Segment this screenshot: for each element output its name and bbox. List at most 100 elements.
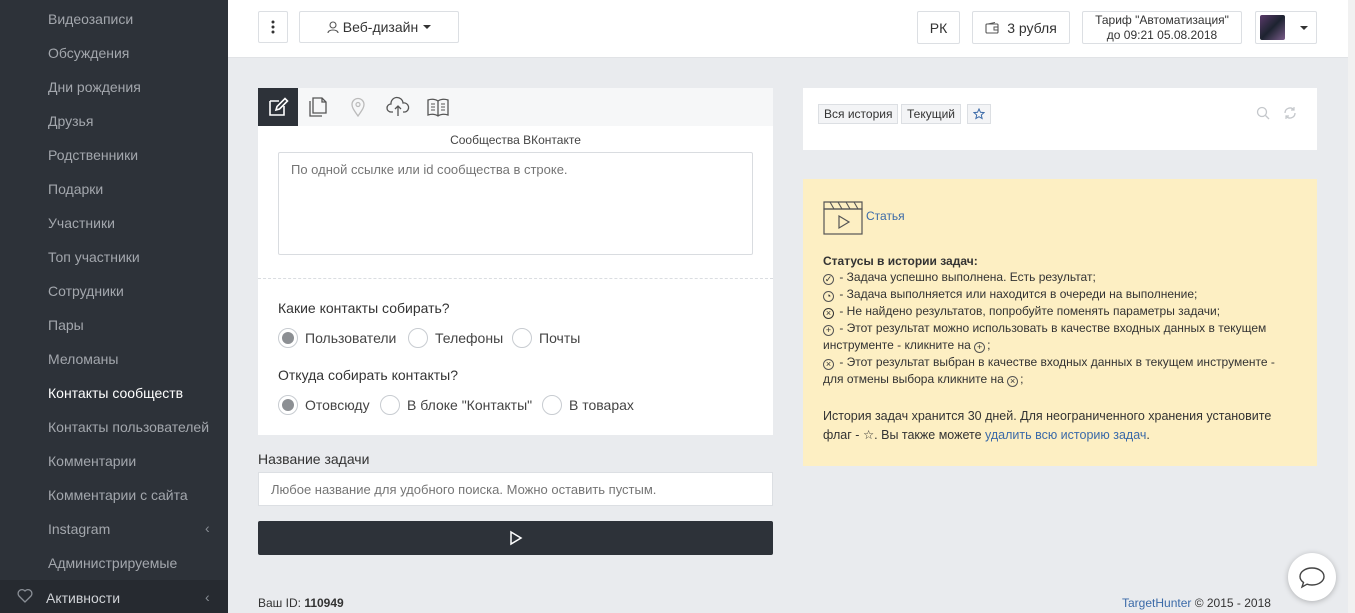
status-usable: + - Этот результат можно использовать в … (823, 320, 1303, 337)
sidebar-item-gifts[interactable]: Подарки (48, 181, 103, 197)
tab-edit[interactable] (258, 88, 298, 126)
radio-emails[interactable]: Почты (512, 328, 580, 348)
task-name-input[interactable] (258, 472, 773, 506)
statuses-title: Статусы в истории задач: (823, 254, 978, 268)
menu-button[interactable] (258, 11, 288, 43)
tab-upload[interactable] (378, 88, 418, 126)
radio-circle (278, 395, 298, 415)
project-dropdown[interactable]: Веб-дизайн (299, 11, 459, 43)
sidebar-item-couples[interactable]: Пары (48, 317, 84, 333)
radio-circle (380, 395, 400, 415)
clock-icon: ◔ (823, 291, 834, 302)
sidebar-item-employees[interactable]: Сотрудники (48, 283, 124, 299)
storage-text: флаг - (823, 428, 863, 442)
check-circle-icon: ✓ (823, 274, 834, 285)
sidebar-item-top-members[interactable]: Топ участники (48, 249, 140, 265)
sidebar-item-relatives[interactable]: Родственники (48, 147, 138, 163)
status-text: - Не найдено результатов, попробуйте пом… (836, 304, 1221, 318)
caret-down-icon (423, 25, 432, 29)
sidebar-item-instagram[interactable]: Instagram (48, 521, 110, 537)
radio-label: Телефоны (435, 330, 504, 346)
user-id: Ваш ID: 110949 (258, 596, 344, 610)
sidebar-item-discussions[interactable]: Обсуждения (48, 45, 129, 61)
balance-button[interactable]: 3 рубля (972, 11, 1070, 44)
radio-label: В блоке "Контакты" (407, 397, 533, 413)
sidebar-item-birthdays[interactable]: Дни рождения (48, 79, 141, 95)
search-icon[interactable] (1256, 106, 1270, 123)
sidebar-item-members[interactable]: Участники (48, 215, 115, 231)
avatar (1260, 15, 1285, 40)
sidebar-item-administered[interactable]: Администрируемые (48, 555, 177, 571)
tool-form: Сообщества ВКонтакте Какие контакты соби… (258, 88, 773, 435)
sidebar-item-comments[interactable]: Комментарии (48, 453, 136, 469)
status-success: ✓ - Задача успешно выполнена. Есть резул… (823, 269, 1303, 286)
radio-circle (542, 395, 562, 415)
sidebar-item-music-lovers[interactable]: Меломаны (48, 351, 118, 367)
status-usable-hint: инструменте - кликните на +; (823, 338, 991, 353)
storage-text: . Вы также можете (874, 428, 986, 442)
sidebar-item-videos[interactable]: Видеозаписи (48, 11, 133, 27)
heart-icon (17, 588, 33, 606)
x-circle-icon: × (1007, 376, 1019, 387)
status-empty: × - Не найдено результатов, попробуйте п… (823, 303, 1303, 320)
chat-button[interactable] (1288, 553, 1336, 601)
tariff-button[interactable]: Тариф "Автоматизация" до 09:21 05.08.201… (1082, 11, 1242, 44)
user-id-label: Ваш ID: (258, 596, 305, 610)
radio-label: Почты (539, 330, 581, 346)
radio-phones[interactable]: Телефоны (408, 328, 503, 348)
user-icon (327, 20, 339, 33)
radio-everywhere[interactable]: Отовсюду (278, 395, 370, 415)
all-history-button[interactable]: Вся история (818, 104, 899, 124)
run-button[interactable] (258, 521, 773, 555)
status-text: - Этот результат можно использовать в ка… (836, 321, 1267, 335)
radio-products[interactable]: В товарах (542, 395, 634, 415)
project-name: Веб-дизайн (342, 19, 419, 35)
current-button[interactable]: Текущий (901, 104, 961, 124)
refresh-icon[interactable] (1283, 106, 1297, 123)
brand-link[interactable]: TargetHunter (1122, 596, 1191, 610)
balance-value: 3 рубля (1007, 19, 1057, 36)
tab-files[interactable] (298, 88, 338, 126)
storage-note-2: флаг - ☆. Вы также можете удалить всю ис… (823, 427, 1303, 444)
info-panel: Статья Статусы в истории задач: ✓ - Зада… (803, 179, 1317, 466)
radio-contacts-block[interactable]: В блоке "Контакты" (380, 395, 532, 415)
book-icon (427, 98, 449, 117)
sidebar-item-user-contacts[interactable]: Контакты пользователей (48, 419, 209, 435)
contacts-source-label: Откуда собирать контакты? (278, 367, 458, 383)
sidebar-item-activities[interactable]: Активности ‹ (0, 580, 228, 613)
user-id-value: 110949 (304, 596, 344, 610)
status-selected-hint: для отмены выбора кликните на ×; (823, 372, 1024, 387)
task-name-label: Название задачи (258, 451, 370, 467)
contacts-type-label: Какие контакты собирать? (278, 300, 450, 316)
rk-label: РК (929, 19, 948, 36)
tariff-name: Тариф "Автоматизация" (1095, 12, 1229, 27)
tab-location[interactable] (338, 88, 378, 126)
edit-icon (269, 97, 289, 116)
sidebar-item-site-comments[interactable]: Комментарии с сайта (48, 487, 188, 503)
chevron-left-icon: ‹ (205, 520, 210, 536)
chevron-left-icon: ‹ (205, 589, 210, 605)
rk-button[interactable]: РК (917, 11, 960, 44)
sidebar-bottom-label: Активности (46, 590, 121, 606)
kebab-icon (271, 20, 275, 34)
sidebar-item-community-contacts[interactable]: Контакты сообществ (48, 385, 183, 401)
delete-history-link[interactable]: удалить всю историю задач (985, 428, 1146, 442)
scrollbar[interactable] (1348, 0, 1355, 613)
files-icon (309, 97, 327, 117)
x-circle-icon: × (823, 308, 834, 319)
radio-users[interactable]: Пользователи (278, 328, 396, 348)
location-icon (351, 97, 365, 118)
article-link[interactable]: Статья (866, 209, 905, 223)
play-icon (509, 530, 522, 546)
communities-textarea[interactable] (278, 152, 753, 255)
sidebar-item-friends[interactable]: Друзья (48, 113, 93, 129)
radio-label: В товарах (569, 397, 634, 413)
section-label: Сообщества ВКонтакте (450, 133, 581, 147)
status-text: - Задача успешно выполнена. Есть результ… (836, 270, 1096, 284)
favorites-button[interactable] (967, 104, 991, 124)
status-text: - Задача выполняется или находится в оче… (836, 287, 1198, 301)
wallet-icon (985, 21, 999, 34)
tariff-expiry: до 09:21 05.08.2018 (1106, 27, 1218, 42)
tab-book[interactable] (418, 88, 458, 126)
user-menu[interactable] (1255, 11, 1317, 44)
